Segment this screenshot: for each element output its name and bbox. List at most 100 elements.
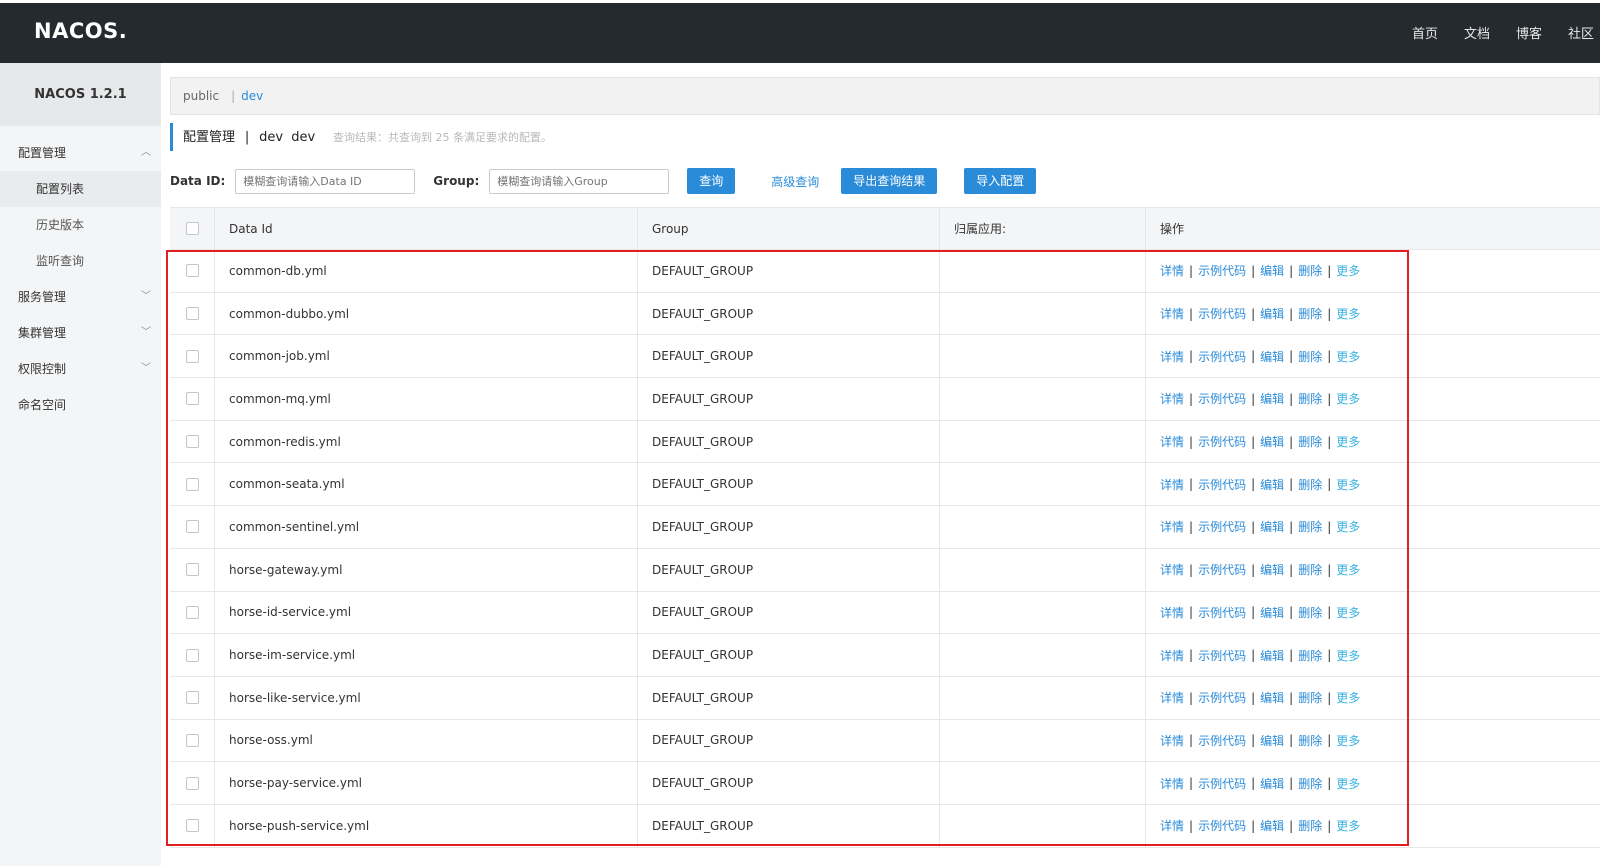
action-edit-link[interactable]: 编辑 bbox=[1260, 775, 1284, 792]
action-delete-link[interactable]: 删除 bbox=[1298, 689, 1322, 706]
action-delete-link[interactable]: 删除 bbox=[1298, 390, 1322, 407]
row-checkbox[interactable] bbox=[186, 435, 199, 449]
action-detail-link[interactable]: 详情 bbox=[1160, 604, 1184, 621]
nav-home[interactable]: 首页 bbox=[1412, 23, 1438, 42]
row-checkbox[interactable] bbox=[186, 264, 199, 278]
action-detail-link[interactable]: 详情 bbox=[1160, 817, 1184, 834]
advanced-query-link[interactable]: 高级查询 bbox=[771, 173, 819, 190]
search-button[interactable]: 查询 bbox=[687, 168, 736, 194]
action-more-link[interactable]: 更多 bbox=[1336, 518, 1360, 535]
action-sample-code-link[interactable]: 示例代码 bbox=[1198, 561, 1246, 578]
action-edit-link[interactable]: 编辑 bbox=[1260, 262, 1284, 279]
menu-config-list[interactable]: 配置列表 bbox=[0, 171, 161, 207]
action-sample-code-link[interactable]: 示例代码 bbox=[1198, 390, 1246, 407]
action-delete-link[interactable]: 删除 bbox=[1298, 604, 1322, 621]
menu-history[interactable]: 历史版本 bbox=[0, 207, 161, 243]
action-more-link[interactable]: 更多 bbox=[1336, 817, 1360, 834]
action-more-link[interactable]: 更多 bbox=[1336, 775, 1360, 792]
menu-service-management[interactable]: 服务管理 ﹀ bbox=[0, 279, 161, 315]
column-header-group[interactable]: Group bbox=[638, 208, 940, 249]
action-delete-link[interactable]: 删除 bbox=[1298, 262, 1322, 279]
action-sample-code-link[interactable]: 示例代码 bbox=[1198, 689, 1246, 706]
action-detail-link[interactable]: 详情 bbox=[1160, 390, 1184, 407]
namespace-dev[interactable]: dev bbox=[241, 89, 263, 103]
action-sample-code-link[interactable]: 示例代码 bbox=[1198, 647, 1246, 664]
action-delete-link[interactable]: 删除 bbox=[1298, 775, 1322, 792]
action-detail-link[interactable]: 详情 bbox=[1160, 305, 1184, 322]
action-detail-link[interactable]: 详情 bbox=[1160, 647, 1184, 664]
row-checkbox[interactable] bbox=[186, 648, 199, 662]
action-sample-code-link[interactable]: 示例代码 bbox=[1198, 433, 1246, 450]
action-detail-link[interactable]: 详情 bbox=[1160, 476, 1184, 493]
action-detail-link[interactable]: 详情 bbox=[1160, 518, 1184, 535]
row-checkbox[interactable] bbox=[186, 776, 199, 790]
action-sample-code-link[interactable]: 示例代码 bbox=[1198, 305, 1246, 322]
nav-docs[interactable]: 文档 bbox=[1464, 23, 1490, 42]
action-more-link[interactable]: 更多 bbox=[1336, 732, 1360, 749]
action-sample-code-link[interactable]: 示例代码 bbox=[1198, 476, 1246, 493]
action-more-link[interactable]: 更多 bbox=[1336, 305, 1360, 322]
action-sample-code-link[interactable]: 示例代码 bbox=[1198, 817, 1246, 834]
menu-listen-query[interactable]: 监听查询 bbox=[0, 243, 161, 279]
action-more-link[interactable]: 更多 bbox=[1336, 433, 1360, 450]
select-all-checkbox[interactable] bbox=[186, 222, 199, 235]
row-checkbox[interactable] bbox=[186, 733, 199, 747]
action-edit-link[interactable]: 编辑 bbox=[1260, 305, 1284, 322]
action-edit-link[interactable]: 编辑 bbox=[1260, 518, 1284, 535]
action-sample-code-link[interactable]: 示例代码 bbox=[1198, 348, 1246, 365]
action-delete-link[interactable]: 删除 bbox=[1298, 561, 1322, 578]
group-input[interactable] bbox=[489, 168, 670, 194]
action-sample-code-link[interactable]: 示例代码 bbox=[1198, 262, 1246, 279]
action-edit-link[interactable]: 编辑 bbox=[1260, 476, 1284, 493]
menu-namespace[interactable]: 命名空间 bbox=[0, 387, 161, 423]
action-delete-link[interactable]: 删除 bbox=[1298, 433, 1322, 450]
action-delete-link[interactable]: 删除 bbox=[1298, 518, 1322, 535]
menu-auth-control[interactable]: 权限控制 ﹀ bbox=[0, 351, 161, 387]
action-edit-link[interactable]: 编辑 bbox=[1260, 689, 1284, 706]
action-edit-link[interactable]: 编辑 bbox=[1260, 817, 1284, 834]
row-checkbox[interactable] bbox=[186, 520, 199, 534]
action-sample-code-link[interactable]: 示例代码 bbox=[1198, 732, 1246, 749]
action-more-link[interactable]: 更多 bbox=[1336, 390, 1360, 407]
action-edit-link[interactable]: 编辑 bbox=[1260, 561, 1284, 578]
action-more-link[interactable]: 更多 bbox=[1336, 561, 1360, 578]
action-detail-link[interactable]: 详情 bbox=[1160, 433, 1184, 450]
action-more-link[interactable]: 更多 bbox=[1336, 647, 1360, 664]
action-more-link[interactable]: 更多 bbox=[1336, 348, 1360, 365]
action-sample-code-link[interactable]: 示例代码 bbox=[1198, 775, 1246, 792]
action-detail-link[interactable]: 详情 bbox=[1160, 689, 1184, 706]
action-detail-link[interactable]: 详情 bbox=[1160, 262, 1184, 279]
nav-blog[interactable]: 博客 bbox=[1516, 23, 1542, 42]
row-checkbox[interactable] bbox=[186, 307, 199, 321]
action-more-link[interactable]: 更多 bbox=[1336, 689, 1360, 706]
import-config-button[interactable]: 导入配置 bbox=[964, 168, 1037, 194]
action-delete-link[interactable]: 删除 bbox=[1298, 817, 1322, 834]
row-checkbox[interactable] bbox=[186, 819, 199, 833]
action-detail-link[interactable]: 详情 bbox=[1160, 732, 1184, 749]
action-delete-link[interactable]: 删除 bbox=[1298, 476, 1322, 493]
menu-cluster-management[interactable]: 集群管理 ﹀ bbox=[0, 315, 161, 351]
export-results-button[interactable]: 导出查询结果 bbox=[841, 168, 938, 194]
action-edit-link[interactable]: 编辑 bbox=[1260, 732, 1284, 749]
action-edit-link[interactable]: 编辑 bbox=[1260, 647, 1284, 664]
action-detail-link[interactable]: 详情 bbox=[1160, 561, 1184, 578]
action-detail-link[interactable]: 详情 bbox=[1160, 775, 1184, 792]
column-header-app[interactable]: 归属应用: bbox=[940, 208, 1146, 249]
action-more-link[interactable]: 更多 bbox=[1336, 476, 1360, 493]
action-edit-link[interactable]: 编辑 bbox=[1260, 604, 1284, 621]
row-checkbox[interactable] bbox=[186, 563, 199, 577]
dataid-input[interactable] bbox=[235, 168, 416, 194]
row-checkbox[interactable] bbox=[186, 605, 199, 619]
row-checkbox[interactable] bbox=[186, 691, 199, 705]
action-delete-link[interactable]: 删除 bbox=[1298, 732, 1322, 749]
action-detail-link[interactable]: 详情 bbox=[1160, 348, 1184, 365]
action-delete-link[interactable]: 删除 bbox=[1298, 647, 1322, 664]
action-edit-link[interactable]: 编辑 bbox=[1260, 433, 1284, 450]
row-checkbox[interactable] bbox=[186, 392, 199, 406]
action-more-link[interactable]: 更多 bbox=[1336, 604, 1360, 621]
action-delete-link[interactable]: 删除 bbox=[1298, 305, 1322, 322]
column-header-dataid[interactable]: Data Id bbox=[215, 208, 638, 249]
row-checkbox[interactable] bbox=[186, 477, 199, 491]
nav-community[interactable]: 社区 bbox=[1568, 23, 1594, 42]
action-delete-link[interactable]: 删除 bbox=[1298, 348, 1322, 365]
